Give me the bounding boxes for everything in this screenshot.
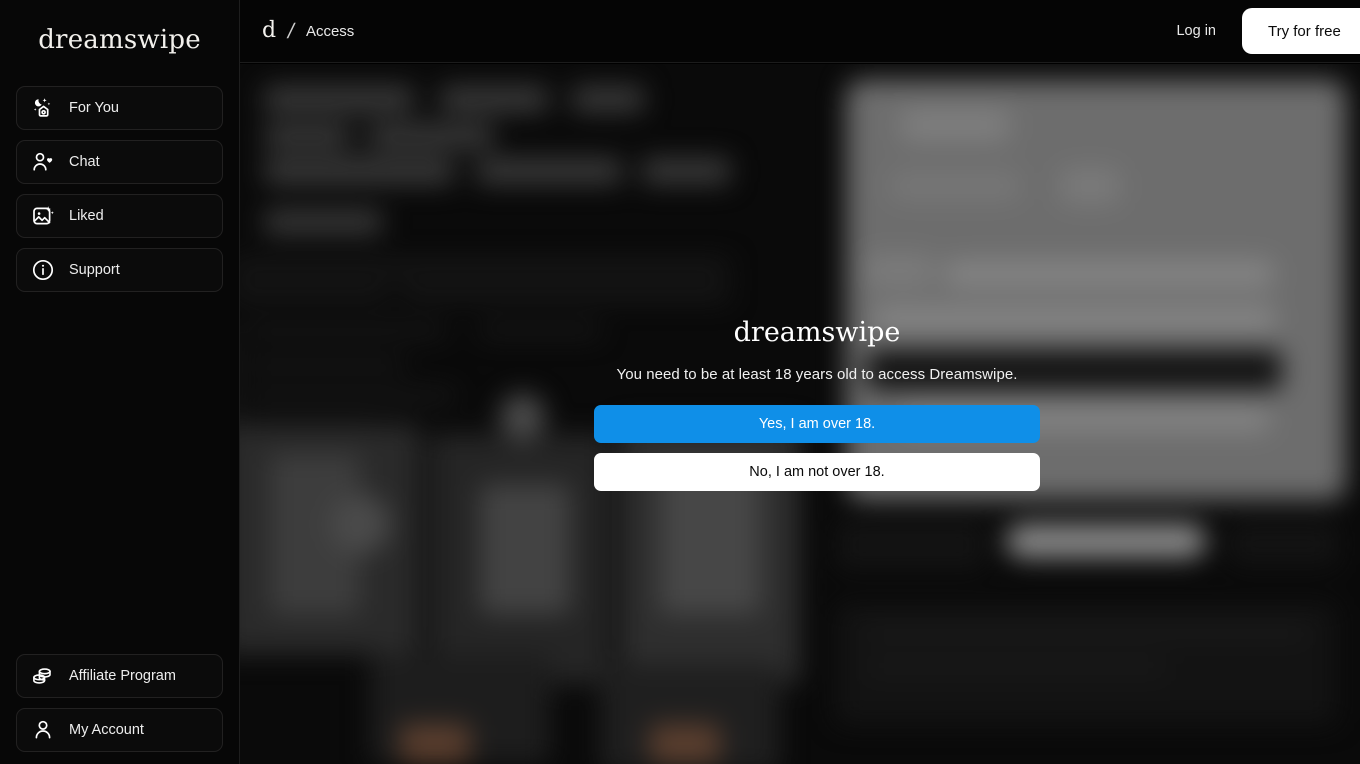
age-verification-modal: dreamswipe You need to be at least 18 ye… (594, 318, 1040, 491)
sidebar-item-for-you[interactable]: For You (16, 86, 223, 130)
sidebar-item-my-account[interactable]: My Account (16, 708, 223, 752)
login-link[interactable]: Log in (1164, 15, 1228, 47)
try-for-free-button[interactable]: Try for free (1242, 8, 1360, 54)
sidebar-item-chat[interactable]: Chat (16, 140, 223, 184)
sidebar: dreamswipe For You Chat Liked Support Af… (0, 0, 240, 764)
sidebar-item-label: Chat (69, 154, 100, 170)
sidebar-item-label: Support (69, 262, 120, 278)
sidebar-item-label: For You (69, 100, 119, 116)
image-sparkle-icon (31, 204, 55, 228)
person-heart-icon (31, 150, 55, 174)
sidebar-primary-nav: For You Chat Liked Support (0, 86, 239, 292)
sidebar-item-liked[interactable]: Liked (16, 194, 223, 238)
moon-sparkle-icon (31, 96, 55, 120)
info-circle-icon (31, 258, 55, 282)
header-actions: Log in Try for free (1164, 0, 1360, 62)
modal-title: dreamswipe (733, 317, 901, 348)
confirm-over-18-button[interactable]: Yes, I am over 18. (594, 404, 1040, 443)
modal-description: You need to be at least 18 years old to … (616, 365, 1018, 383)
sidebar-item-affiliate-program[interactable]: Affiliate Program (16, 654, 223, 698)
coins-icon (31, 664, 55, 688)
brand-logo[interactable]: dreamswipe (0, 0, 239, 80)
breadcrumb: d / Access (262, 19, 355, 43)
app-root: dreamswipe For You Chat Liked Support Af… (0, 0, 1360, 764)
sidebar-item-support[interactable]: Support (16, 248, 223, 292)
sidebar-item-label: My Account (69, 722, 144, 738)
person-icon (31, 718, 55, 742)
top-header: d / Access Log in Try for free (240, 0, 1360, 63)
sidebar-item-label: Liked (69, 208, 104, 224)
breadcrumb-current-page: Access (305, 22, 355, 40)
breadcrumb-separator: / (285, 19, 297, 43)
sidebar-secondary-nav: Affiliate Program My Account (0, 654, 239, 764)
sidebar-item-label: Affiliate Program (69, 668, 176, 684)
brand-logo-text: dreamswipe (38, 25, 201, 55)
decline-over-18-button[interactable]: No, I am not over 18. (594, 452, 1040, 491)
breadcrumb-logo[interactable]: d (262, 20, 276, 42)
